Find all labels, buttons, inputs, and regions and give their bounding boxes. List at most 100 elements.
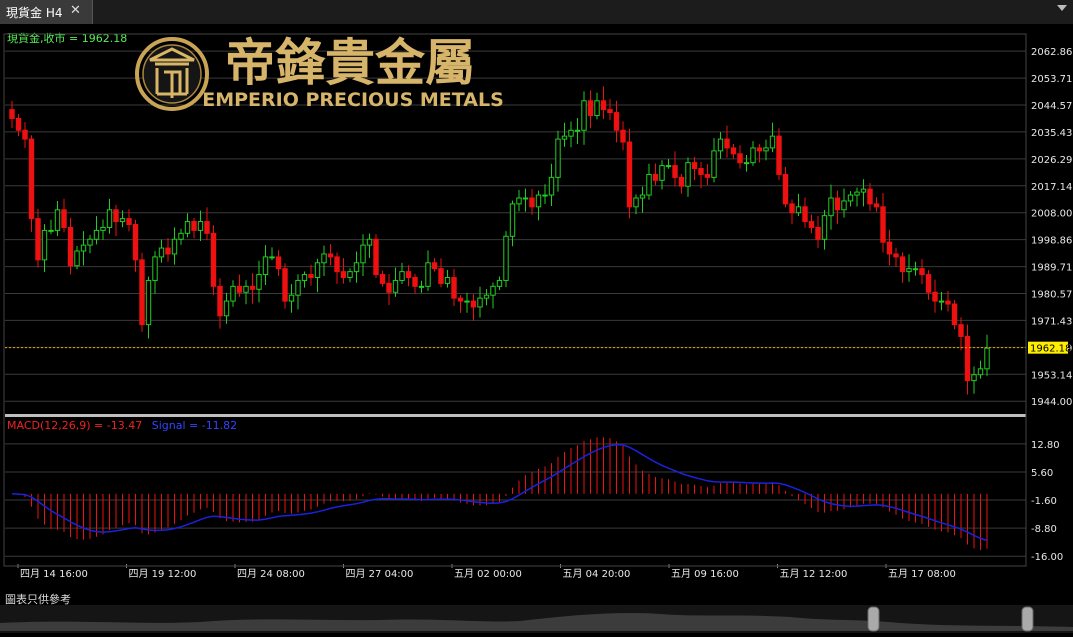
candle-body <box>483 294 490 299</box>
candle-body <box>847 194 854 202</box>
time-tick-label: 四月 27 04:00 <box>346 568 414 580</box>
time-tick-label: 四月 19 12:00 <box>129 568 197 580</box>
candle-body <box>282 268 288 302</box>
candle-body <box>522 197 529 200</box>
candle-body <box>48 229 54 232</box>
navigator-preview <box>0 612 1073 631</box>
candle-body <box>392 279 399 293</box>
macd-tick-label: -1.60 <box>1031 496 1057 507</box>
logo-english-name: EMPERIO PRECIOUS METALS <box>202 89 504 111</box>
candle-body <box>529 197 535 208</box>
candle-body <box>665 165 672 168</box>
candle <box>951 300 958 330</box>
candle-body <box>932 291 938 302</box>
signal-value-label: Signal = -11.82 <box>152 419 237 432</box>
navigator-right-handle[interactable] <box>1021 606 1034 632</box>
candle-body <box>509 203 516 237</box>
candle-body <box>711 150 717 178</box>
candle-body <box>35 218 41 261</box>
candle-body <box>600 100 607 111</box>
macd-tick-label: -16.00 <box>1031 552 1063 563</box>
price-tick-label: 2008.00 <box>1031 209 1072 220</box>
candle-body <box>399 271 405 281</box>
candle-body <box>470 300 477 308</box>
candle-body <box>652 173 659 181</box>
price-tick-label: 2053.71 <box>1031 74 1072 85</box>
svg-text:MACD(12,26,9) = -13.47 S: MACD(12,26,9) = -13.47 Signal = -11.82 <box>7 419 237 432</box>
candle-body <box>724 138 730 149</box>
candle-body <box>373 238 379 276</box>
candle-body <box>743 162 750 165</box>
macd-tick-label: 12.80 <box>1031 440 1060 451</box>
chart-background <box>0 24 1073 605</box>
candle-body <box>28 138 35 220</box>
candle-body <box>113 209 119 223</box>
navigator-scrollbar[interactable] <box>0 605 1073 633</box>
candle-body <box>438 268 444 284</box>
candle-body <box>457 297 464 302</box>
candle-body <box>782 173 789 205</box>
candle-body <box>132 224 139 261</box>
candle-body <box>295 279 301 296</box>
candle-body <box>802 206 808 223</box>
candle <box>503 231 509 287</box>
candle-body <box>704 173 711 178</box>
candle-body <box>613 112 620 131</box>
candle-body <box>9 109 15 119</box>
candle-body <box>938 300 945 303</box>
candle-body <box>275 256 282 270</box>
candle-body <box>431 262 438 270</box>
candle-body <box>763 147 769 152</box>
price-tick-label: 1989.71 <box>1031 263 1072 274</box>
candle-body <box>451 277 457 299</box>
candle-body <box>678 176 685 187</box>
price-tick-label: 2035.43 <box>1031 128 1072 139</box>
candle-body <box>249 285 256 290</box>
candle-body <box>503 235 509 281</box>
price-tick-label: 2026.29 <box>1031 155 1072 166</box>
candle-body <box>594 100 600 117</box>
candle-body <box>126 218 132 225</box>
price-tick-label: 1998.86 <box>1031 236 1072 247</box>
candle-body <box>841 200 847 211</box>
candle-body <box>951 303 958 326</box>
candle-body <box>912 268 919 271</box>
candle-body <box>685 162 691 187</box>
candle-body <box>236 285 243 293</box>
candle-body <box>490 285 496 296</box>
candle-body <box>152 256 158 281</box>
candle-body <box>54 209 61 231</box>
navigator-left-handle[interactable] <box>867 606 880 632</box>
candle-body <box>873 203 880 208</box>
candle-body <box>314 262 321 279</box>
candle-body <box>620 129 626 143</box>
candle-body <box>366 238 373 246</box>
candle-body <box>145 279 152 326</box>
candle-body <box>808 221 815 228</box>
candle-body <box>191 221 197 231</box>
candle-body <box>977 368 984 376</box>
instrument-label: 現貨金,收市 = 1962.18 <box>7 31 127 45</box>
candle-body <box>165 247 171 255</box>
candle-body <box>171 238 178 255</box>
candle-body <box>971 374 977 382</box>
candle <box>139 252 145 332</box>
candle-body <box>906 268 912 273</box>
candle-body <box>464 300 470 303</box>
candle-body <box>964 335 971 382</box>
candle-body <box>386 282 392 293</box>
candle-body <box>444 277 451 284</box>
candle-body <box>542 194 548 197</box>
candle <box>626 128 633 219</box>
pane-splitter[interactable] <box>5 414 1026 417</box>
candle-body <box>67 226 74 267</box>
candle-body <box>789 203 795 214</box>
candle-body <box>223 300 230 317</box>
candle-body <box>659 165 665 181</box>
chart-canvas[interactable]: 帝鋒貴金屬 EMPERIO PRECIOUS METALS 2062.86 205… <box>0 0 1073 605</box>
candle-body <box>288 294 295 302</box>
candle-body <box>633 197 639 208</box>
price-tick-label: 2044.57 <box>1031 101 1072 112</box>
candle-body <box>405 271 412 279</box>
candle-body <box>106 209 113 228</box>
